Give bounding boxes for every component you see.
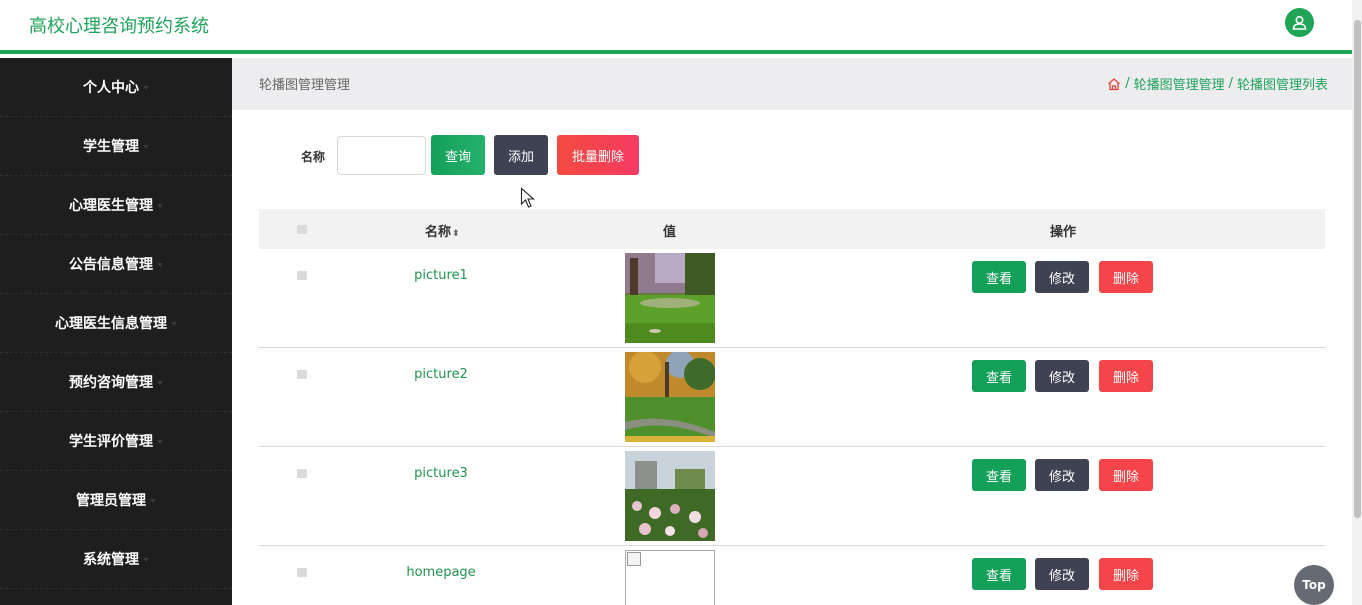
delete-button[interactable]: 删除 — [1099, 459, 1153, 491]
sidebar-item-personal-center[interactable]: 个人中心 — [0, 58, 232, 117]
sidebar-item-label: 学生评价管理 — [69, 434, 153, 450]
sidebar-item-admins[interactable]: 管理员管理 — [0, 471, 232, 530]
table-row: picture3 查看 修改 删除 — [259, 447, 1325, 546]
image-thumbnail[interactable] — [625, 451, 715, 541]
sidebar-item-label: 公告信息管理 — [69, 257, 153, 273]
query-button[interactable]: 查询 — [431, 135, 485, 175]
user-icon — [1292, 15, 1307, 30]
edit-button[interactable]: 修改 — [1035, 261, 1089, 293]
park-lawn-image — [625, 253, 715, 343]
sidebar-item-students[interactable]: 学生管理 — [0, 117, 232, 176]
chevron-down-icon — [157, 381, 163, 385]
sidebar: 个人中心 学生管理 心理医生管理 公告信息管理 心理医生信息管理 预约咨询管理 … — [0, 58, 232, 605]
breadcrumb-separator: / — [1228, 76, 1233, 91]
breadcrumb-separator: / — [1125, 76, 1130, 91]
table-row: picture2 查看 修改 删除 — [259, 348, 1325, 447]
search-input[interactable] — [337, 136, 426, 175]
row-checkbox[interactable] — [297, 568, 307, 577]
sidebar-item-label: 管理员管理 — [76, 493, 146, 509]
row-name-text: picture2 — [414, 367, 468, 382]
top-header: 高校心理咨询预约系统 — [0, 0, 1352, 54]
chevron-down-icon — [157, 263, 163, 267]
column-header-name[interactable]: 名称⬍ — [425, 221, 460, 240]
column-header-label: 名称 — [425, 225, 452, 240]
app-title: 高校心理咨询预约系统 — [29, 16, 209, 37]
mouse-cursor-icon — [520, 187, 535, 208]
sidebar-item-system[interactable]: 系统管理 — [0, 530, 232, 589]
row-checkbox[interactable] — [297, 469, 307, 478]
table-row: picture1 查看 修改 删除 — [259, 249, 1325, 348]
sidebar-item-label: 系统管理 — [83, 552, 139, 568]
select-all-checkbox[interactable] — [297, 225, 307, 234]
sidebar-item-label: 个人中心 — [83, 80, 139, 96]
breadcrumb-bar: 轮播图管理管理 / 轮播图管理管理 / 轮播图管理列表 — [232, 58, 1352, 110]
breadcrumb: / 轮播图管理管理 / 轮播图管理列表 — [1107, 74, 1328, 93]
search-label: 名称 — [301, 150, 326, 164]
sidebar-item-evaluations[interactable]: 学生评价管理 — [0, 412, 232, 471]
row-name-text: picture1 — [414, 268, 468, 283]
delete-button[interactable]: 删除 — [1099, 558, 1153, 590]
sidebar-item-announcements[interactable]: 公告信息管理 — [0, 235, 232, 294]
batch-delete-button[interactable]: 批量删除 — [557, 135, 639, 175]
back-to-top-button[interactable]: Top — [1294, 565, 1334, 605]
delete-button[interactable]: 删除 — [1099, 261, 1153, 293]
sidebar-item-appointments[interactable]: 预约咨询管理 — [0, 353, 232, 412]
image-thumbnail[interactable] — [625, 253, 715, 343]
image-thumbnail[interactable] — [625, 352, 715, 442]
page-title: 轮播图管理管理 — [259, 78, 351, 93]
column-header-value: 值 — [663, 225, 677, 240]
chevron-down-icon — [143, 145, 149, 149]
row-checkbox[interactable] — [297, 370, 307, 379]
chevron-down-icon — [143, 558, 149, 562]
chevron-down-icon — [150, 499, 156, 503]
broken-image-icon — [627, 552, 641, 566]
edit-button[interactable]: 修改 — [1035, 558, 1089, 590]
table-row: homepage 查看 修改 删除 — [259, 546, 1325, 605]
chevron-down-icon — [143, 86, 149, 90]
table-header: 名称⬍ 值 操作 — [259, 209, 1325, 249]
breadcrumb-item-list: 轮播图管理列表 — [1236, 78, 1328, 93]
row-name-text: homepage — [406, 565, 476, 580]
delete-button[interactable]: 删除 — [1099, 360, 1153, 392]
chevron-down-icon — [157, 204, 163, 208]
sort-icon[interactable]: ⬍ — [452, 229, 460, 239]
sidebar-item-label: 心理医生管理 — [69, 198, 153, 214]
row-checkbox[interactable] — [297, 271, 307, 280]
autumn-path-image — [625, 352, 715, 442]
flower-garden-image — [625, 451, 715, 541]
sidebar-item-counselor-info[interactable]: 心理医生信息管理 — [0, 294, 232, 353]
column-header-actions: 操作 — [1050, 225, 1077, 240]
add-button[interactable]: 添加 — [494, 135, 548, 175]
broken-image-thumbnail[interactable] — [625, 550, 715, 605]
row-name-text: picture3 — [414, 466, 468, 481]
view-button[interactable]: 查看 — [972, 360, 1026, 392]
view-button[interactable]: 查看 — [972, 261, 1026, 293]
sidebar-item-label: 预约咨询管理 — [69, 375, 153, 391]
view-button[interactable]: 查看 — [972, 558, 1026, 590]
edit-button[interactable]: 修改 — [1035, 360, 1089, 392]
home-icon[interactable] — [1107, 77, 1121, 91]
view-button[interactable]: 查看 — [972, 459, 1026, 491]
chevron-down-icon — [171, 322, 177, 326]
edit-button[interactable]: 修改 — [1035, 459, 1089, 491]
breadcrumb-item-manage[interactable]: 轮播图管理管理 — [1134, 74, 1225, 93]
chevron-down-icon — [157, 440, 163, 444]
user-avatar[interactable] — [1285, 8, 1314, 37]
sidebar-item-counselors[interactable]: 心理医生管理 — [0, 176, 232, 235]
scrollbar-thumb[interactable] — [1354, 20, 1361, 518]
sidebar-item-label: 学生管理 — [83, 139, 139, 155]
sidebar-item-label: 心理医生信息管理 — [55, 316, 167, 332]
